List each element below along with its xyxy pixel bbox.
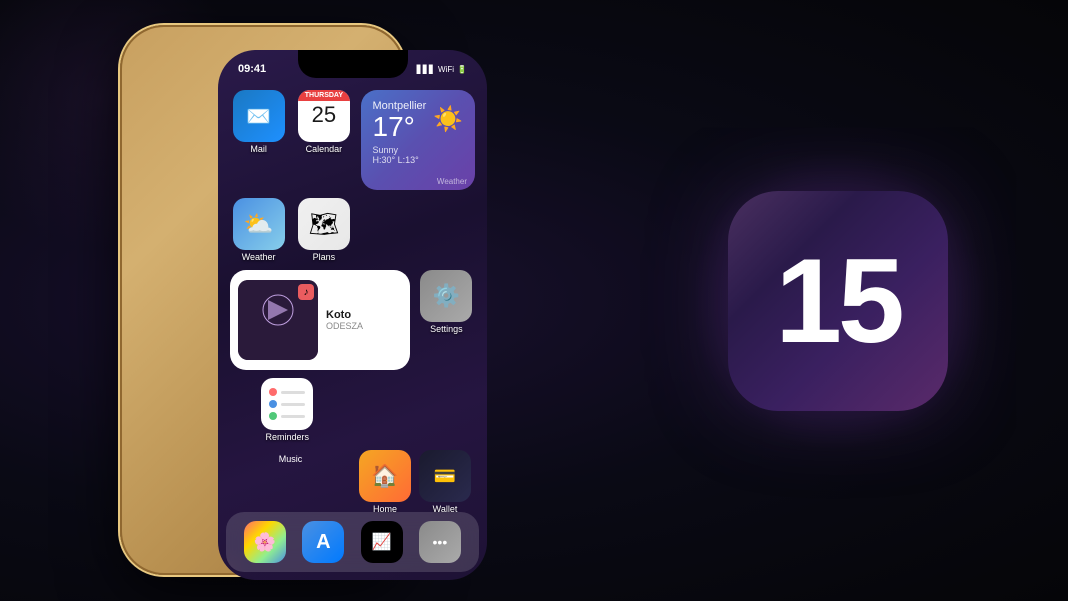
- settings-icon[interactable]: ⚙️: [420, 270, 472, 322]
- calendar-day-number: 25: [312, 101, 336, 130]
- reminder-item-2: [269, 400, 305, 408]
- wallet-card-icon: 💳: [434, 466, 456, 487]
- reminder-text-3: [281, 415, 305, 418]
- music-album-art: ♪: [238, 280, 318, 360]
- reminders-list: [261, 380, 313, 428]
- app-maps[interactable]: 🗺 Plans: [295, 198, 352, 262]
- calendar-label: Calendar: [306, 144, 343, 154]
- empty-spacer: [361, 198, 476, 262]
- app-home[interactable]: 🏠 Home: [359, 450, 411, 514]
- status-time: 09:41: [238, 63, 266, 75]
- maps-label: Plans: [313, 252, 336, 262]
- app-settings[interactable]: ⚙️ Settings: [418, 270, 475, 370]
- weather-widget-box[interactable]: Montpellier 17° ☀️ Sunny H:30° L:13° Wea…: [361, 90, 476, 190]
- dock-more[interactable]: •••: [419, 521, 461, 563]
- status-icons: ▋▋▋ WiFi 🔋: [417, 65, 467, 74]
- phone-wrapper: 09:41 ▋▋▋ WiFi 🔋 ✉️ Mail: [30, 10, 610, 600]
- app-weather[interactable]: ⛅ Weather: [230, 198, 287, 262]
- mail-icon[interactable]: ✉️: [233, 90, 285, 142]
- dock: 🌸 A 📈 •••: [226, 512, 479, 572]
- photos-flower-icon: 🌸: [254, 532, 276, 553]
- gear-icon: ⚙️: [433, 283, 460, 309]
- more-icon[interactable]: •••: [419, 521, 461, 563]
- maps-symbol: 🗺: [309, 210, 339, 239]
- wallet-icon[interactable]: 💳: [419, 450, 471, 502]
- reminder-text-1: [281, 391, 305, 394]
- battery-icon: 🔋: [457, 65, 467, 74]
- reminder-dot-3: [269, 412, 277, 420]
- ios-version-number: 15: [775, 241, 900, 361]
- more-dots-icon: •••: [433, 534, 448, 550]
- music-artist: ODESZA: [326, 321, 402, 331]
- settings-label: Settings: [430, 324, 463, 334]
- house-icon: 🏠: [371, 463, 398, 489]
- reminder-item-1: [269, 388, 305, 396]
- reminder-dot-1: [269, 388, 277, 396]
- phone-screen: 09:41 ▋▋▋ WiFi 🔋 ✉️ Mail: [218, 50, 487, 580]
- home-screen: ✉️ Mail THURSDAY 25 Calendar: [218, 80, 487, 580]
- app-wallet[interactable]: 💳 Wallet: [419, 450, 471, 514]
- music-note-icon: ♪: [298, 284, 314, 300]
- app-calendar[interactable]: THURSDAY 25 Calendar: [295, 90, 352, 190]
- photos-icon[interactable]: 🌸: [244, 521, 286, 563]
- calendar-day-name: THURSDAY: [298, 90, 350, 101]
- weather-desc: Sunny H:30° L:13°: [373, 145, 464, 165]
- music-info: Koto ODESZA: [326, 309, 402, 331]
- reminder-text-2: [281, 403, 305, 406]
- stocks-chart-icon: 📈: [372, 532, 392, 552]
- app-mail[interactable]: ✉️ Mail: [230, 90, 287, 190]
- dock-photos[interactable]: 🌸: [244, 521, 286, 563]
- ios15-badge: 15: [728, 191, 948, 411]
- reminders-icon[interactable]: [261, 378, 313, 430]
- appstore-icon[interactable]: A: [302, 521, 344, 563]
- reminder-item-3: [269, 412, 305, 420]
- music-widget[interactable]: ♪ Koto ODESZA: [230, 270, 410, 370]
- reminders-label: Reminders: [265, 432, 309, 442]
- weather-app-label: Weather: [242, 252, 276, 262]
- dock-appstore[interactable]: A: [302, 521, 344, 563]
- phone-frame: 09:41 ▋▋▋ WiFi 🔋 ✉️ Mail: [120, 25, 405, 575]
- status-bar: 09:41 ▋▋▋ WiFi 🔋: [218, 55, 487, 83]
- music-track: Koto: [326, 309, 402, 321]
- weather-app-symbol: ⛅: [244, 210, 274, 239]
- signal-icon: ▋▋▋: [417, 65, 435, 74]
- weather-app-icon[interactable]: ⛅: [233, 198, 285, 250]
- music-spacer: Music: [230, 450, 351, 514]
- reminder-dot-2: [269, 400, 277, 408]
- maps-icon[interactable]: 🗺: [298, 198, 350, 250]
- calendar-icon[interactable]: THURSDAY 25: [298, 90, 350, 142]
- appstore-symbol-icon: A: [316, 531, 330, 554]
- dock-stocks[interactable]: 📈: [361, 521, 403, 563]
- home-icon[interactable]: 🏠: [359, 450, 411, 502]
- wifi-icon: WiFi: [438, 65, 454, 74]
- weather-widget-label: Weather: [437, 177, 467, 186]
- mail-envelope-icon: ✉️: [246, 104, 271, 129]
- weather-widget[interactable]: Montpellier 17° ☀️ Sunny H:30° L:13° Wea…: [361, 90, 476, 190]
- app-reminders[interactable]: Reminders: [230, 378, 345, 442]
- music-label-below: Music: [230, 454, 351, 464]
- weather-sun-icon: ☀️: [433, 105, 463, 134]
- stocks-icon[interactable]: 📈: [361, 521, 403, 563]
- mail-label: Mail: [250, 144, 267, 154]
